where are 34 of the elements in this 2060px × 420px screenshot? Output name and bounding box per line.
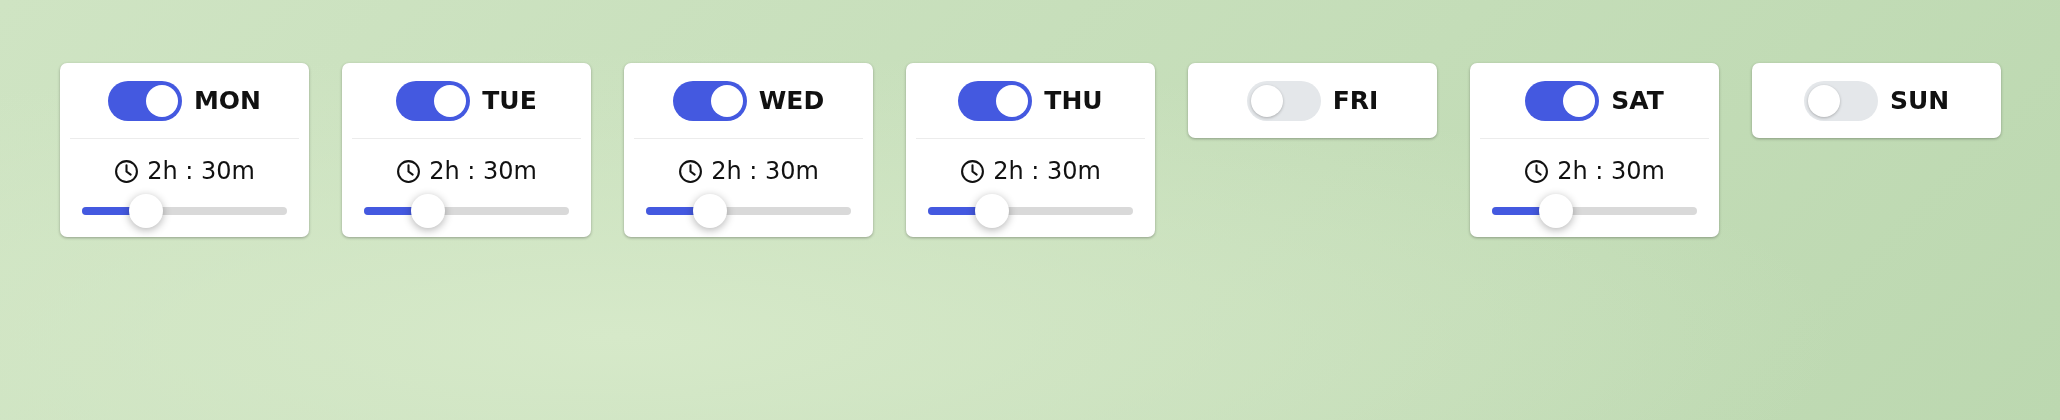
day-label: FRI: [1332, 86, 1379, 115]
slider-thumb[interactable]: [1538, 194, 1573, 228]
day-label: SUN: [1889, 86, 1950, 115]
clock-icon: [1524, 158, 1550, 184]
day-label: TUE: [482, 86, 537, 115]
duration-slider[interactable]: [362, 194, 571, 228]
slider-thumb[interactable]: [974, 194, 1009, 228]
clock-icon: [396, 158, 422, 184]
toggle-switch[interactable]: [1246, 80, 1321, 121]
day-label: MON: [193, 86, 262, 115]
toggle-switch[interactable]: [396, 80, 471, 121]
duration-text: 2h : 30m: [429, 157, 537, 185]
toggle-switch[interactable]: [107, 80, 182, 121]
slider-thumb[interactable]: [128, 194, 163, 228]
day-label: THU: [1044, 86, 1103, 115]
toggle-switch[interactable]: [958, 80, 1033, 121]
slider-thumb[interactable]: [692, 194, 727, 228]
duration-slider[interactable]: [1490, 194, 1699, 228]
clock-icon: [960, 158, 986, 184]
day-label: WED: [758, 86, 825, 115]
day-label: SAT: [1611, 86, 1664, 115]
toggle-switch[interactable]: [672, 80, 747, 121]
duration-text: 2h : 30m: [1557, 157, 1665, 185]
duration-text: 2h : 30m: [147, 157, 255, 185]
duration-text: 2h : 30m: [711, 157, 819, 185]
toggle-switch[interactable]: [1525, 80, 1600, 121]
clock-icon: [114, 158, 140, 184]
duration-slider[interactable]: [926, 194, 1135, 228]
duration-slider[interactable]: [644, 194, 853, 228]
clock-icon: [678, 158, 704, 184]
slider-thumb[interactable]: [410, 194, 445, 228]
duration-slider[interactable]: [80, 194, 289, 228]
toggle-switch[interactable]: [1803, 80, 1878, 121]
duration-text: 2h : 30m: [993, 157, 1101, 185]
